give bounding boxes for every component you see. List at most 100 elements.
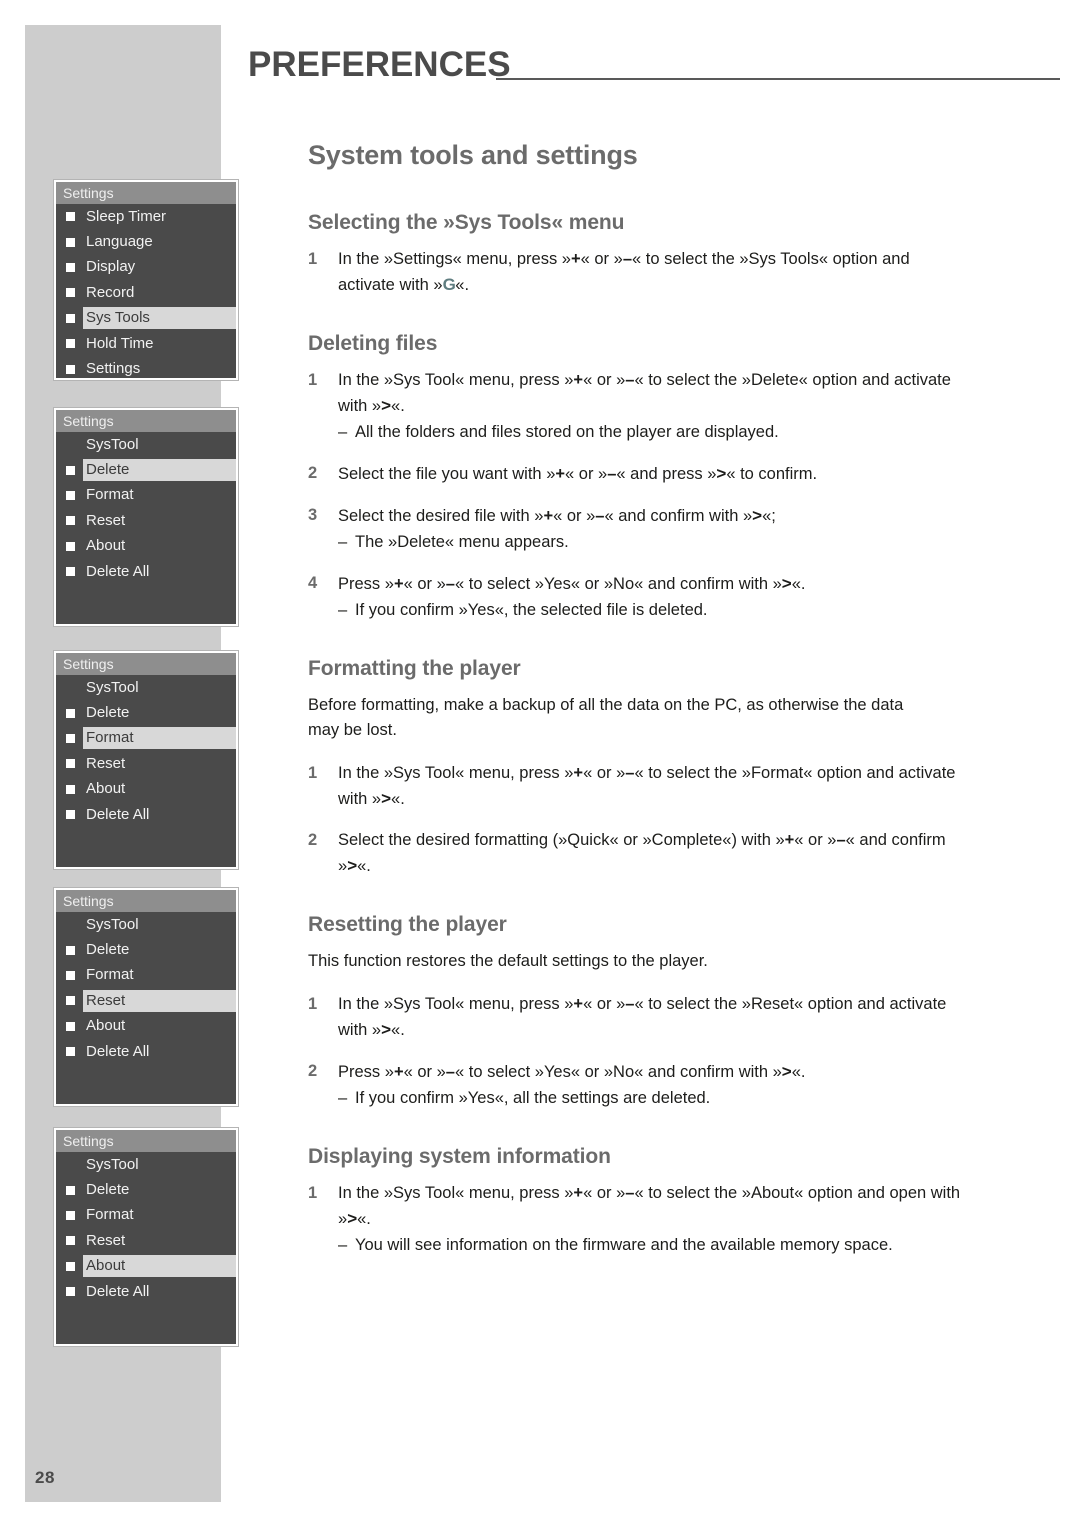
menu-item[interactable]: Delete All: [56, 559, 236, 584]
menu-item[interactable]: Format: [56, 963, 236, 988]
menu-item[interactable]: Format: [56, 483, 236, 508]
menu-item[interactable]: SysTool: [56, 1152, 236, 1177]
menu-item[interactable]: Record: [56, 280, 236, 305]
menu-item-label: Delete: [86, 941, 130, 959]
section-title-deleting: Deleting files: [308, 332, 438, 355]
square-bullet-icon: [66, 465, 75, 475]
right-arrow-icon: >: [381, 396, 392, 415]
menu-body: Settings SysTool Delete Format Reset About Del…: [56, 410, 236, 624]
plus-glyph: +: [573, 764, 584, 782]
systool-menu-reset: Settings SysTool Delete Format Reset About Del…: [54, 888, 238, 1106]
menu-item[interactable]: Delete All: [56, 1039, 236, 1064]
square-bullet-icon: [66, 708, 75, 718]
step-text-a: Select the file you want with »: [338, 465, 556, 483]
step-text-d: «.: [357, 1210, 371, 1228]
menu-item-label: Sleep Timer: [86, 207, 167, 225]
right-arrow-icon: >: [752, 506, 763, 525]
menu-item[interactable]: About: [56, 1014, 236, 1039]
minus-glyph: –: [622, 250, 633, 268]
step-text-a: In the »Settings« menu, press »: [338, 250, 571, 268]
plus-glyph: +: [573, 371, 584, 389]
steps-selecting: 1 In the »Settings« menu, press »+« or »–…: [308, 247, 1008, 298]
square-bullet-icon: [66, 810, 75, 820]
menu-item[interactable]: SysTool: [56, 675, 236, 700]
right-arrow-icon: >: [381, 1020, 392, 1039]
plus-glyph: +: [784, 831, 795, 849]
dash-bullet: –: [338, 423, 348, 441]
square-bullet-icon: [66, 1047, 75, 1057]
step-number: 1: [308, 250, 318, 268]
menu-item-label: About: [86, 1017, 126, 1035]
step-substep: – You will see information on the firmwar…: [338, 1233, 963, 1258]
menu-item-selected[interactable]: Reset: [56, 988, 236, 1013]
menu-item[interactable]: Reset: [56, 508, 236, 533]
menu-item[interactable]: Language: [56, 229, 236, 254]
menu-item[interactable]: Settings: [56, 356, 236, 381]
plus-glyph: +: [393, 575, 404, 593]
section-title-displaying: Displaying system information: [308, 1145, 611, 1168]
menu-item[interactable]: Reset: [56, 751, 236, 776]
manual-page: 28 PREFERENCES Settings Sleep Timer Langua…: [0, 0, 1080, 1527]
minus-glyph: –: [836, 831, 846, 849]
menu-item-selected[interactable]: Format: [56, 726, 236, 751]
menu-header: Settings: [56, 653, 236, 675]
square-bullet-icon: [66, 759, 75, 769]
settings-menu-sys-tools: Settings Sleep Timer Language Display Record…: [54, 180, 238, 380]
substep-text: All the folders and files stored on the …: [355, 423, 779, 441]
menu-item-label: Delete: [86, 704, 130, 722]
square-bullet-icon: [66, 364, 75, 374]
section-selecting-sys-tools: Selecting the »Sys Tools« menu 1 In the »…: [308, 211, 1008, 298]
menu-item[interactable]: About: [56, 534, 236, 559]
square-bullet-icon: [66, 1236, 75, 1246]
menu-item-label: Record: [86, 283, 135, 301]
menu-item-label: SysTool: [86, 915, 139, 933]
step-number: 1: [308, 995, 318, 1013]
menu-item[interactable]: Delete All: [56, 1279, 236, 1304]
menu-header: Settings: [56, 1130, 236, 1152]
menu-item-selected[interactable]: Delete: [56, 457, 236, 482]
menu-item-label: Language: [86, 233, 153, 251]
menu-item[interactable]: SysTool: [56, 432, 236, 457]
right-arrow-icon: >: [716, 464, 727, 483]
step-text-d: «.: [791, 1063, 806, 1081]
step-text-b: « or »: [583, 995, 626, 1013]
step-number: 3: [308, 506, 318, 524]
menu-item[interactable]: SysTool: [56, 912, 236, 937]
menu-item-label: Reset: [83, 989, 236, 1012]
section-deleting-files: Deleting files 1 In the »Sys Tool« menu, …: [308, 332, 1008, 623]
step-text-b: « or »: [403, 1063, 446, 1081]
menu-item[interactable]: Reset: [56, 1228, 236, 1253]
step-text-c: « to select »Yes« or »No« and confirm wi…: [454, 575, 782, 593]
menu-item-label: Format: [86, 1206, 134, 1224]
step-item: 2 Select the file you want with »+« or »–…: [308, 461, 963, 487]
menu-item[interactable]: Delete All: [56, 802, 236, 827]
menu-item[interactable]: Delete: [56, 700, 236, 725]
menu-item-label: About: [83, 1255, 236, 1278]
square-bullet-icon: [66, 313, 75, 323]
section-title-formatting: Formatting the player: [308, 657, 521, 680]
steps-formatting: 1 In the »Sys Tool« menu, press »+« or »–…: [308, 761, 1008, 879]
menu-item[interactable]: Hold Time: [56, 331, 236, 356]
menu-item-selected[interactable]: Sys Tools: [56, 306, 236, 331]
menu-item[interactable]: Format: [56, 1203, 236, 1228]
square-bullet-icon: [66, 996, 75, 1006]
step-item: 2 Select the desired formatting (»Quick« …: [308, 828, 963, 879]
right-arrow-icon: >: [781, 574, 792, 593]
menu-item[interactable]: Delete: [56, 937, 236, 962]
square-bullet-icon: [66, 970, 75, 980]
menu-item-label: Reset: [86, 1231, 126, 1249]
menu-item-label: Format: [86, 966, 134, 984]
section-resetting-player: Resetting the player This function resto…: [308, 913, 1008, 1111]
menu-item[interactable]: About: [56, 777, 236, 802]
menu-header: Settings: [56, 890, 236, 912]
square-bullet-icon: [66, 1021, 75, 1031]
right-arrow-icon: >: [347, 856, 358, 875]
steps-displaying: 1 In the »Sys Tool« menu, press »+« or » –…: [308, 1181, 1008, 1258]
step-item: 1 In the »Settings« menu, press »+« or »–…: [308, 247, 963, 298]
minus-glyph: –: [445, 575, 455, 593]
menu-item[interactable]: Display: [56, 255, 236, 280]
menu-item-selected[interactable]: About: [56, 1254, 236, 1279]
menu-item[interactable]: Delete: [56, 1177, 236, 1202]
menu-item[interactable]: Sleep Timer: [56, 204, 236, 229]
square-bullet-icon: [66, 1261, 75, 1271]
